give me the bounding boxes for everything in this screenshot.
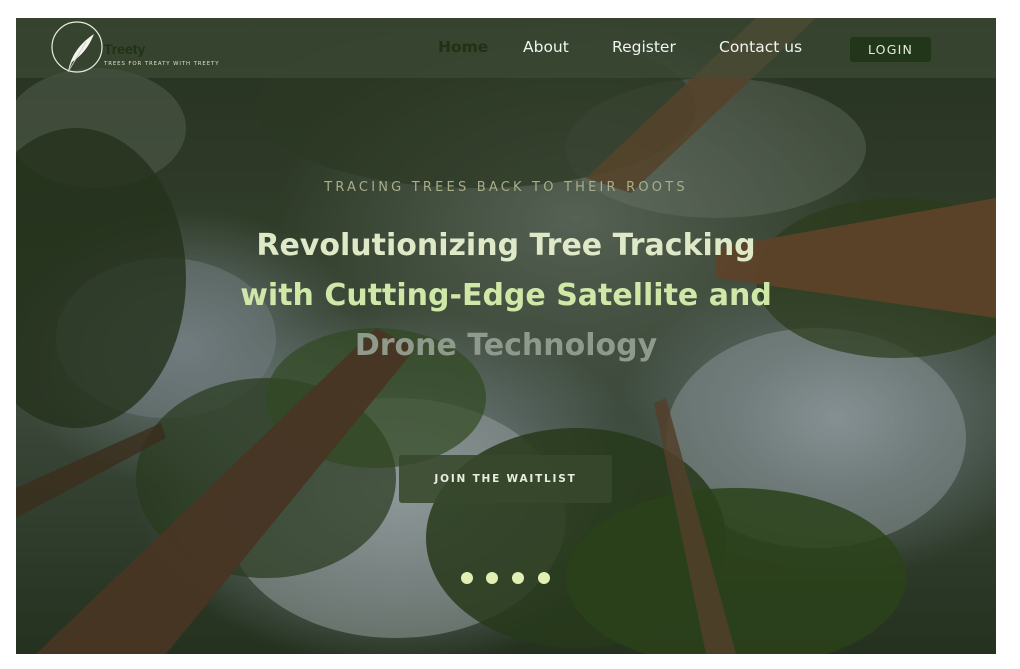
nav-link-contact-us[interactable]: Contact us (719, 38, 802, 56)
brand-name[interactable]: Treety (104, 41, 145, 57)
hero-kicker: TRACING TREES BACK TO THEIR ROOTS (324, 180, 688, 195)
join-waitlist-button[interactable]: JOIN THE WAITLIST (399, 455, 612, 503)
carousel-dot[interactable] (512, 572, 524, 584)
nav-link-home[interactable]: Home (438, 38, 488, 56)
brand-tagline: TREES FOR TREATY WITH TREETY (104, 61, 220, 67)
nav-link-register[interactable]: Register (612, 38, 676, 56)
hero-section: Treety TREES FOR TREATY WITH TREETY Home… (16, 18, 996, 654)
feather-icon[interactable] (50, 20, 104, 74)
hero-headline-line-1: Revolutionizing Tree Tracking (256, 228, 756, 263)
hero-headline-line-3: Drone Technology (354, 328, 658, 363)
nav-link-about[interactable]: About (523, 38, 569, 56)
top-navbar: Treety TREES FOR TREATY WITH TREETY Home… (16, 18, 996, 78)
carousel-dot[interactable] (486, 572, 498, 584)
carousel-dot[interactable] (461, 572, 473, 584)
hero-headline-line-2: with Cutting-Edge Satellite and (240, 278, 772, 313)
carousel-dot[interactable] (538, 572, 550, 584)
login-button[interactable]: LOGIN (850, 37, 931, 62)
